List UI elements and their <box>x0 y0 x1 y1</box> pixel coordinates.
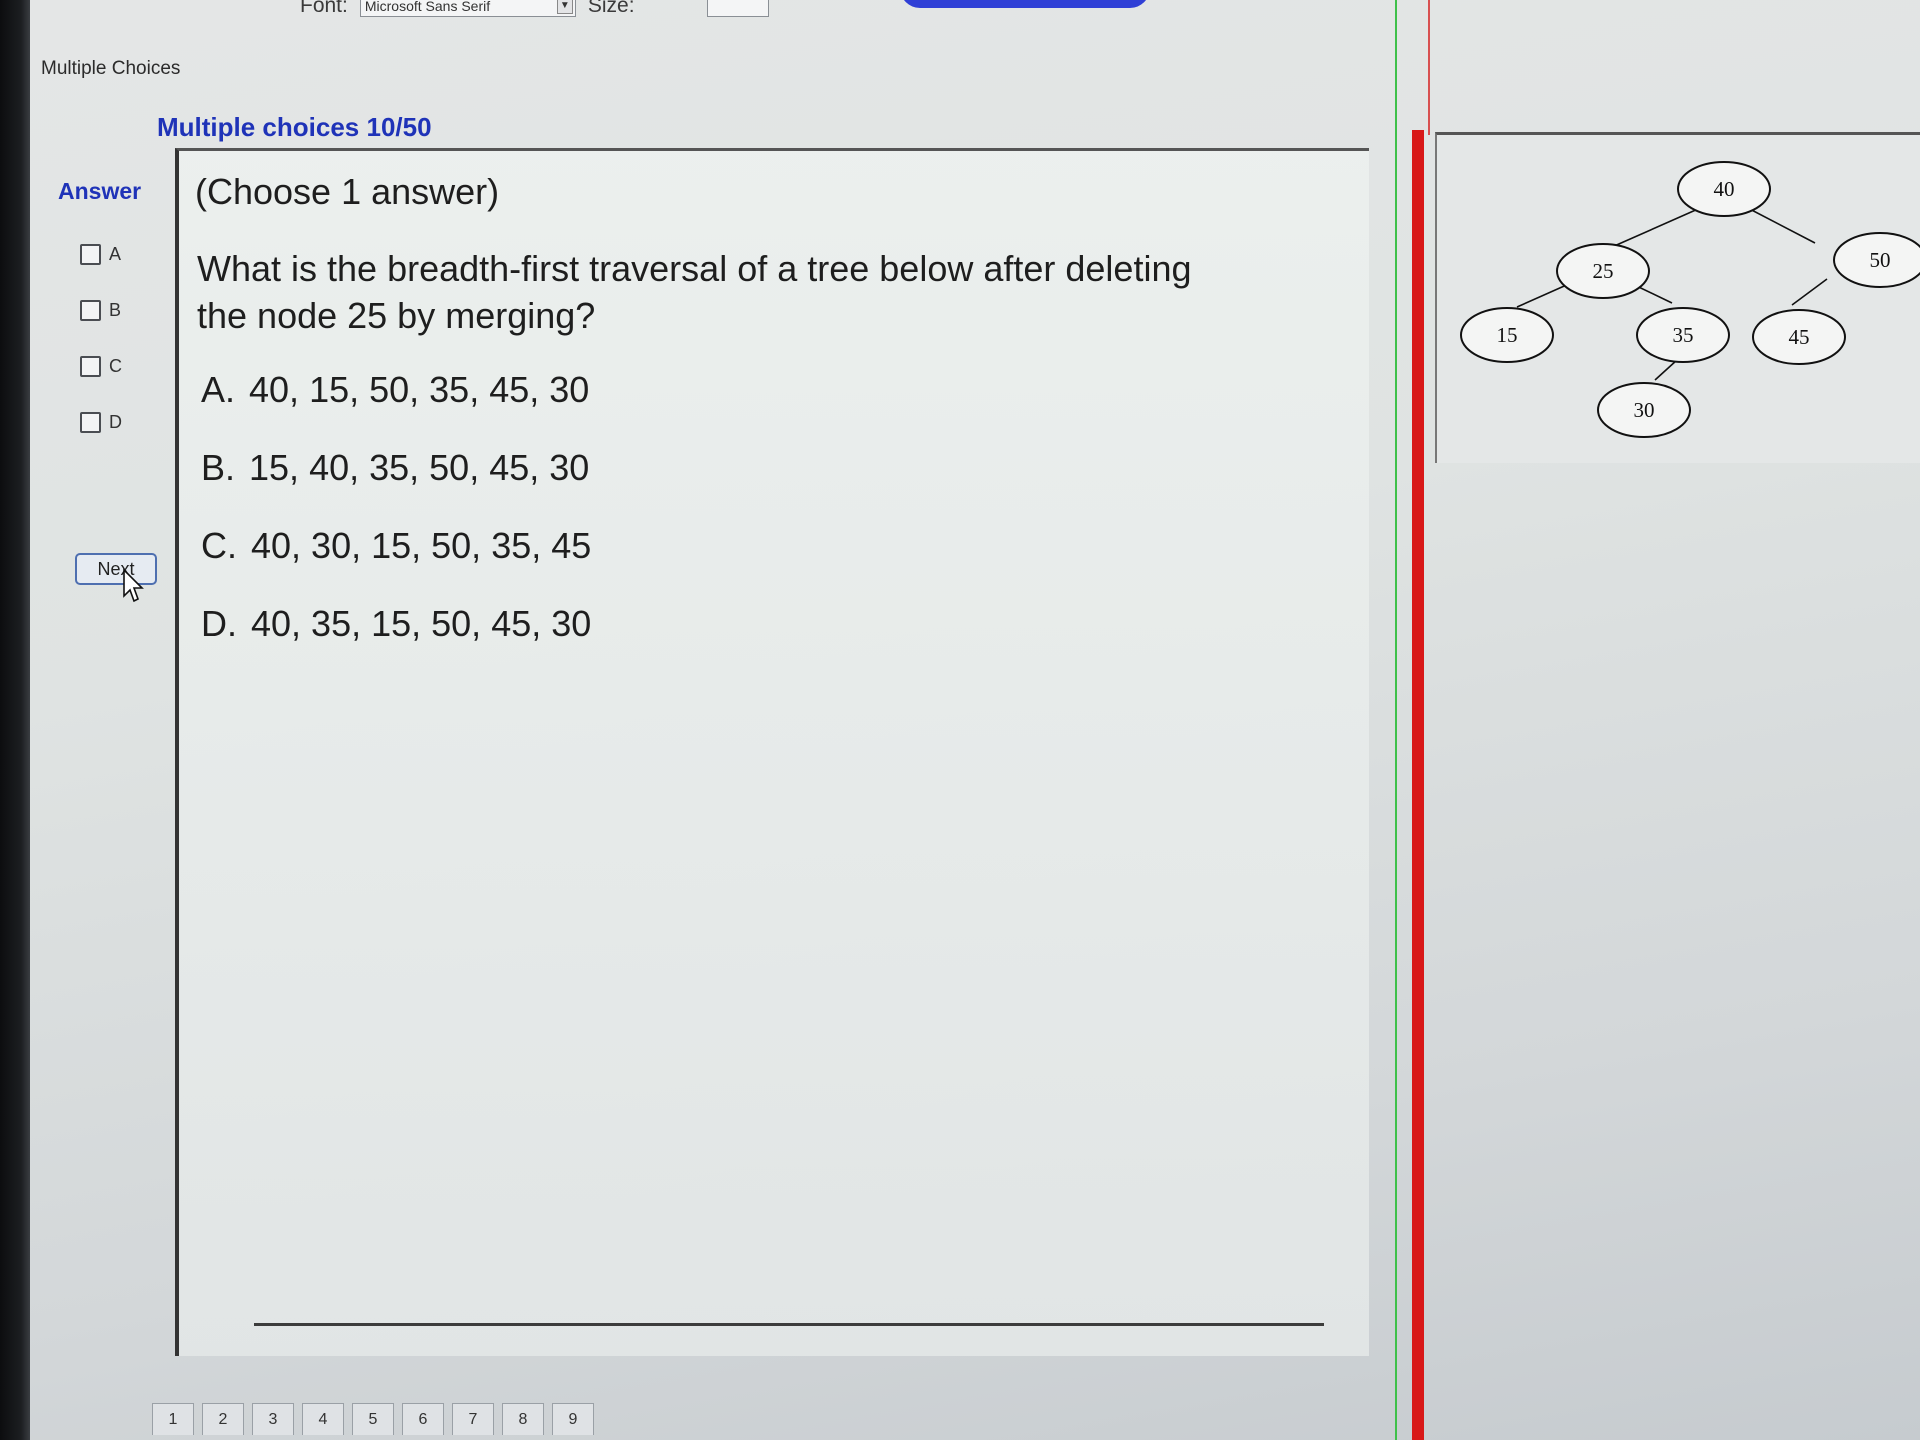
page-tab-1[interactable]: 1 <box>152 1403 194 1435</box>
mouse-cursor-icon <box>123 568 144 603</box>
size-label: Size: <box>587 0 635 17</box>
answer-b-label: B <box>109 299 122 320</box>
font-select-value: Microsoft Sans Serif <box>364 0 491 14</box>
question-panel-bottom-border <box>254 1323 1324 1326</box>
tree-node-label: 25 <box>1593 259 1614 283</box>
tree-node-label: 45 <box>1789 325 1810 349</box>
tree-node-label: 30 <box>1634 398 1655 422</box>
option-b-text: 15, 40, 35, 50, 45, 30 <box>249 447 590 488</box>
answer-d-checkbox[interactable] <box>80 411 101 433</box>
tree-diagram-panel: 40 25 50 15 35 45 30 <box>1435 132 1920 463</box>
tree-node-label: 50 <box>1870 248 1891 272</box>
answer-a-label: A <box>109 243 122 264</box>
question-text: What is the breadth-first traversal of a… <box>197 248 1192 336</box>
page-tab-6[interactable]: 6 <box>402 1403 444 1435</box>
tree-node: 50 <box>1833 232 1920 288</box>
chevron-down-icon[interactable]: ▼ <box>556 0 573 14</box>
answer-heading: Answer <box>58 178 142 204</box>
tree-node-label: 15 <box>1497 323 1518 347</box>
answer-choice-a[interactable]: A <box>80 226 122 282</box>
option-c-letter: C. <box>201 525 237 566</box>
question-panel: (Choose 1 answer) What is the breadth-fi… <box>175 148 1369 1356</box>
binary-tree-diagram: 40 25 50 15 35 45 30 <box>1460 161 1920 438</box>
answer-choice-b[interactable]: B <box>80 282 122 338</box>
app-logo <box>900 0 1150 8</box>
font-toolbar: Font: Microsoft Sans Serif ▼ Size: <box>300 0 769 18</box>
answer-a-checkbox[interactable] <box>80 243 101 265</box>
pagination: 1 2 3 4 5 6 7 8 9 <box>152 1403 594 1435</box>
tree-node: 45 <box>1752 309 1846 365</box>
page-tab-5[interactable]: 5 <box>352 1403 394 1435</box>
answer-choice-d[interactable]: D <box>80 394 122 450</box>
answer-c-label: C <box>109 355 122 376</box>
tree-node: 30 <box>1597 382 1691 438</box>
option-a-text: 40, 15, 50, 35, 45, 30 <box>249 369 590 410</box>
tree-node-label: 40 <box>1714 177 1735 201</box>
tree-edge <box>1611 204 1708 248</box>
option-d-text: 40, 35, 15, 50, 45, 30 <box>251 603 592 644</box>
page-tab-3[interactable]: 3 <box>252 1403 294 1435</box>
option-d-letter: D. <box>201 603 237 644</box>
tree-node: 35 <box>1636 307 1730 363</box>
option-d: D. 40, 35, 15, 50, 45, 30 <box>201 603 591 681</box>
tree-node: 25 <box>1556 243 1650 299</box>
answer-c-checkbox[interactable] <box>80 355 101 377</box>
page-tab-2[interactable]: 2 <box>202 1403 244 1435</box>
size-select[interactable] <box>706 0 769 17</box>
divider-green <box>1395 0 1397 1440</box>
section-label: Multiple Choices <box>41 58 181 79</box>
divider-red-thin <box>1428 0 1430 135</box>
app-window: Font: Microsoft Sans Serif ▼ Size: Multi… <box>30 0 1920 1440</box>
tree-node: 15 <box>1460 307 1554 363</box>
option-list: A. 40, 15, 50, 35, 45, 30 B. 15, 40, 35, 5… <box>201 369 591 681</box>
divider-red <box>1412 130 1424 1440</box>
option-b: B. 15, 40, 35, 50, 45, 30 <box>201 447 591 525</box>
tree-node-label: 35 <box>1673 323 1694 347</box>
option-a: A. 40, 15, 50, 35, 45, 30 <box>201 369 591 447</box>
monitor-bezel <box>0 0 30 1440</box>
tree-edge <box>1791 278 1828 306</box>
answer-choices: A B C D <box>80 226 122 450</box>
answer-b-checkbox[interactable] <box>80 299 101 321</box>
page-tab-8[interactable]: 8 <box>502 1403 544 1435</box>
font-label: Font: <box>300 0 348 17</box>
option-c-text: 40, 30, 15, 50, 35, 45 <box>251 525 592 566</box>
answer-d-label: D <box>109 411 122 432</box>
option-b-letter: B. <box>201 447 236 488</box>
option-c: C. 40, 30, 15, 50, 35, 45 <box>201 525 591 603</box>
font-select[interactable]: Microsoft Sans Serif ▼ <box>359 0 576 17</box>
tree-node: 40 <box>1677 161 1771 217</box>
option-a-letter: A. <box>201 369 236 410</box>
tree-edge <box>1654 359 1678 381</box>
page-tab-7[interactable]: 7 <box>452 1403 494 1435</box>
page-title: Multiple choices 10/50 <box>157 112 432 142</box>
answer-choice-c[interactable]: C <box>80 338 122 394</box>
page-tab-4[interactable]: 4 <box>302 1403 344 1435</box>
page-tab-9[interactable]: 9 <box>552 1403 594 1435</box>
question-instruction: (Choose 1 answer) <box>195 171 500 212</box>
